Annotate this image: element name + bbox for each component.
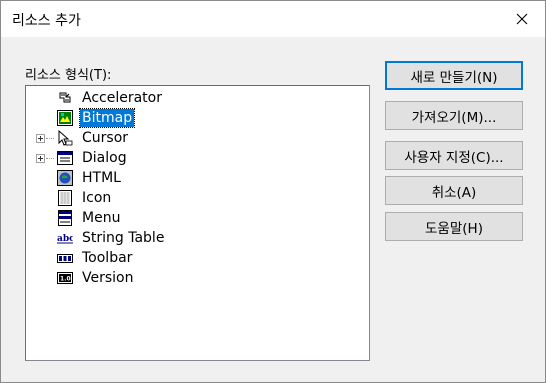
tree-item-cursor[interactable]: Cursor	[26, 128, 326, 148]
tree-item-bitmap[interactable]: Bitmap	[26, 108, 326, 128]
help-button[interactable]: 도움말(H)	[385, 212, 523, 241]
bitmap-icon	[57, 110, 73, 126]
string-table-icon: abc	[57, 234, 73, 244]
svg-text:1.0: 1.0	[60, 276, 71, 283]
tree-item-label: Icon	[82, 190, 112, 206]
custom-button-label: 사용자 지정(C)...	[404, 149, 504, 166]
tree-connector	[46, 137, 54, 139]
close-icon	[516, 13, 528, 25]
tree-item-label: Cursor	[82, 130, 129, 146]
add-resource-dialog: 리소스 추가 리소스 형식(T): Accelerator Bitmap Cur…	[0, 0, 546, 383]
menu-icon	[58, 210, 72, 226]
tree-item-label: Toolbar	[82, 250, 133, 266]
dialog-icon	[57, 151, 73, 165]
tree-item-accelerator[interactable]: Accelerator	[26, 88, 326, 108]
cancel-button[interactable]: 취소(A)	[385, 176, 523, 205]
tree-item-label: Dialog	[82, 150, 127, 166]
new-button[interactable]: 새로 만들기(N)	[385, 61, 523, 90]
title-bar: 리소스 추가	[1, 1, 545, 37]
tree-item-string-table[interactable]: abc String Table	[26, 228, 326, 248]
close-button[interactable]	[499, 1, 545, 37]
window-title: 리소스 추가	[12, 13, 81, 29]
expand-icon[interactable]	[36, 153, 45, 163]
resource-type-tree[interactable]: Accelerator Bitmap Cursor Dialog HTML Ic…	[25, 85, 370, 361]
custom-button[interactable]: 사용자 지정(C)...	[385, 141, 523, 170]
tree-item-label: String Table	[82, 230, 165, 246]
new-button-label: 새로 만들기(N)	[410, 69, 498, 86]
cancel-button-label: 취소(A)	[431, 184, 477, 201]
tree-item-html[interactable]: HTML	[26, 168, 326, 188]
tree-item-label: Bitmap	[78, 108, 136, 128]
icon-resource-icon	[58, 190, 72, 206]
tree-item-dialog[interactable]: Dialog	[26, 148, 326, 168]
tree-connector	[46, 157, 54, 159]
import-button[interactable]: 가져오기(M)...	[385, 101, 523, 130]
version-icon: 1.0	[57, 272, 73, 284]
import-button-label: 가져오기(M)...	[411, 109, 497, 126]
help-button-label: 도움말(H)	[425, 220, 483, 237]
tree-item-label: HTML	[82, 170, 121, 186]
expand-icon[interactable]	[36, 133, 45, 143]
tree-item-icon[interactable]: Icon	[26, 188, 326, 208]
tree-item-toolbar[interactable]: Toolbar	[26, 248, 326, 268]
html-icon	[57, 170, 73, 186]
accelerator-icon	[59, 92, 71, 103]
toolbar-icon	[57, 254, 73, 263]
tree-item-menu[interactable]: Menu	[26, 208, 326, 228]
tree-item-version[interactable]: 1.0 Version	[26, 268, 326, 288]
cursor-icon	[58, 130, 73, 146]
tree-item-label: Version	[82, 270, 134, 286]
resource-type-label: 리소스 형식(T):	[25, 68, 112, 83]
tree-item-label: Menu	[82, 210, 121, 226]
tree-item-label: Accelerator	[82, 90, 162, 106]
